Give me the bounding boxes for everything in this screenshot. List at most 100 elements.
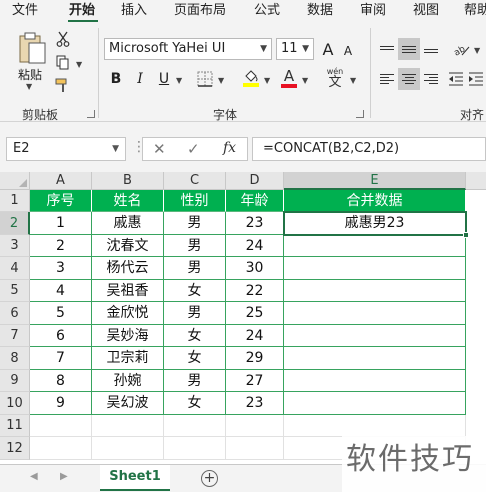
table-cell[interactable] — [284, 347, 466, 370]
shrink-font-button[interactable]: A — [338, 40, 358, 62]
table-cell[interactable]: 25 — [226, 302, 284, 325]
empty-cell[interactable] — [226, 437, 284, 460]
table-cell[interactable]: 孙婉 — [92, 370, 164, 392]
sheet-tab-sheet1[interactable]: Sheet1 — [100, 465, 170, 491]
table-cell[interactable]: 女 — [164, 325, 226, 347]
underline-button[interactable]: U — [154, 68, 174, 90]
table-cell[interactable]: 卫宗莉 — [92, 347, 164, 370]
borders-dropdown-icon[interactable]: ▼ — [218, 76, 224, 85]
tab-view[interactable]: 视图 — [413, 2, 439, 20]
table-cell[interactable]: 24 — [226, 235, 284, 257]
bold-button[interactable]: B — [106, 68, 126, 90]
paste-dropdown-icon[interactable]: ▼ — [26, 82, 32, 91]
worksheet-grid[interactable]: A B C D E 1 2 3 4 5 6 7 8 9 10 11 12 序号 … — [0, 172, 486, 464]
row-header-1[interactable]: 1 — [0, 190, 30, 212]
row-header-8[interactable]: 8 — [0, 347, 30, 370]
empty-cell[interactable] — [226, 415, 284, 437]
table-cell[interactable]: 7 — [30, 347, 92, 370]
underline-dropdown-icon[interactable]: ▼ — [176, 76, 182, 85]
increase-indent-button[interactable] — [466, 68, 486, 90]
empty-cell[interactable] — [284, 415, 466, 437]
row-header-11[interactable]: 11 — [0, 415, 30, 437]
table-cell[interactable]: 24 — [226, 325, 284, 347]
align-bottom-button[interactable] — [420, 38, 442, 60]
tab-insert[interactable]: 插入 — [121, 2, 147, 20]
tab-help[interactable]: 帮助 — [464, 2, 486, 20]
grow-font-button[interactable]: A — [318, 38, 338, 60]
header-cell-serial[interactable]: 序号 — [30, 190, 92, 212]
tab-formulas[interactable]: 公式 — [254, 2, 280, 20]
table-cell[interactable]: 吴祖香 — [92, 280, 164, 302]
font-color-button[interactable]: A — [278, 66, 300, 90]
table-cell[interactable]: 吴幻波 — [92, 392, 164, 415]
font-size-select[interactable]: 11 ▼ — [276, 38, 314, 60]
table-cell[interactable]: 8 — [30, 370, 92, 392]
table-cell[interactable]: 27 — [226, 370, 284, 392]
empty-cell[interactable] — [164, 437, 226, 460]
fill-handle[interactable] — [463, 232, 469, 238]
align-top-button[interactable] — [376, 38, 398, 60]
row-header-6[interactable]: 6 — [0, 302, 30, 325]
table-cell[interactable]: 男 — [164, 212, 226, 235]
font-launcher-icon[interactable] — [356, 110, 364, 118]
select-all-button[interactable] — [0, 172, 30, 190]
table-cell[interactable]: 吴妙海 — [92, 325, 164, 347]
copy-dropdown-icon[interactable]: ▼ — [76, 60, 82, 69]
table-cell[interactable]: 3 — [30, 257, 92, 280]
header-cell-age[interactable]: 年龄 — [226, 190, 284, 212]
align-left-button[interactable] — [376, 68, 398, 90]
table-cell[interactable]: 6 — [30, 325, 92, 347]
table-cell[interactable]: 9 — [30, 392, 92, 415]
table-cell[interactable] — [284, 302, 466, 325]
caret-right-icon[interactable]: ▶ — [60, 471, 68, 482]
row-header-3[interactable]: 3 — [0, 235, 30, 257]
table-cell[interactable] — [284, 280, 466, 302]
row-header-7[interactable]: 7 — [0, 325, 30, 347]
table-cell[interactable]: 女 — [164, 347, 226, 370]
table-cell[interactable]: 女 — [164, 280, 226, 302]
clipboard-launcher-icon[interactable] — [87, 110, 95, 118]
table-cell[interactable] — [284, 257, 466, 280]
row-header-4[interactable]: 4 — [0, 257, 30, 280]
table-cell[interactable] — [284, 235, 466, 257]
cut-button[interactable] — [54, 30, 72, 48]
table-cell[interactable]: 4 — [30, 280, 92, 302]
fill-color-button[interactable] — [240, 66, 262, 90]
row-header-2[interactable]: 2 — [0, 212, 30, 235]
insert-function-button[interactable]: fx — [223, 140, 236, 156]
row-header-9[interactable]: 9 — [0, 370, 30, 392]
empty-cell[interactable] — [30, 415, 92, 437]
empty-cell[interactable] — [30, 437, 92, 460]
table-cell[interactable]: 女 — [164, 392, 226, 415]
font-color-dropdown-icon[interactable]: ▼ — [302, 76, 308, 85]
header-cell-name[interactable]: 姓名 — [92, 190, 164, 212]
empty-cell[interactable] — [92, 415, 164, 437]
empty-cell[interactable] — [164, 415, 226, 437]
row-header-12[interactable]: 12 — [0, 437, 30, 460]
table-cell[interactable]: 30 — [226, 257, 284, 280]
table-cell[interactable]: 戚惠男23 — [284, 212, 466, 235]
column-header-c[interactable]: C — [164, 172, 226, 190]
align-center-button[interactable] — [398, 68, 420, 90]
table-cell[interactable] — [284, 392, 466, 415]
tab-home[interactable]: 开始 — [69, 2, 95, 20]
plus-circle-icon[interactable]: + — [201, 470, 218, 487]
table-cell[interactable] — [284, 370, 466, 392]
font-name-select[interactable]: Microsoft YaHei UI ▼ — [104, 38, 272, 60]
empty-cell[interactable] — [92, 437, 164, 460]
table-cell[interactable]: 5 — [30, 302, 92, 325]
tab-page-layout[interactable]: 页面布局 — [174, 2, 226, 20]
phonetic-guide-button[interactable]: wén 文 — [322, 66, 348, 90]
table-cell[interactable]: 29 — [226, 347, 284, 370]
tab-review[interactable]: 审阅 — [360, 2, 386, 20]
table-cell[interactable]: 男 — [164, 302, 226, 325]
table-cell[interactable]: 男 — [164, 235, 226, 257]
column-header-b[interactable]: B — [92, 172, 164, 190]
paste-button[interactable] — [14, 30, 50, 66]
header-cell-merged[interactable]: 合并数据 — [284, 190, 466, 212]
orientation-button[interactable]: ab — [450, 38, 472, 60]
table-cell[interactable]: 2 — [30, 235, 92, 257]
formula-input[interactable]: =CONCAT(B2,C2,D2) — [252, 137, 486, 161]
table-cell[interactable]: 22 — [226, 280, 284, 302]
table-cell[interactable]: 男 — [164, 370, 226, 392]
